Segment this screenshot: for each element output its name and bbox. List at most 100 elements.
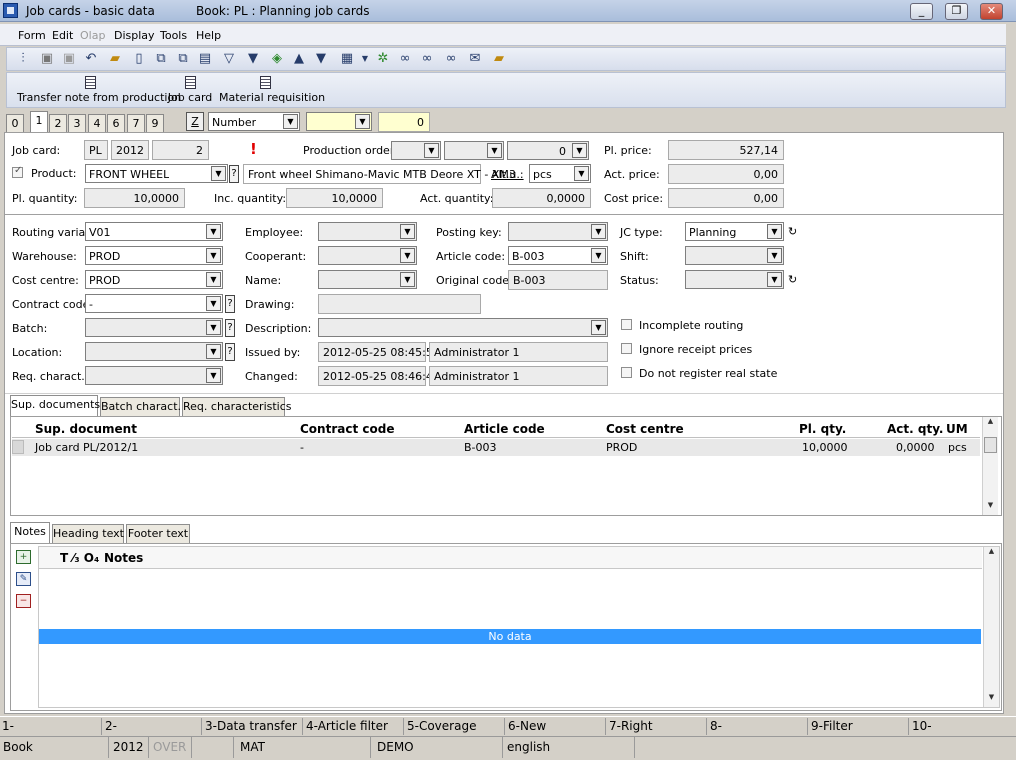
history-icon[interactable]: ↻ <box>788 273 797 286</box>
chevron-down-icon[interactable]: ▼ <box>767 272 782 287</box>
chevron-down-icon[interactable]: ▼ <box>400 224 415 239</box>
chevron-down-icon[interactable]: ▼ <box>767 248 782 263</box>
f1-key[interactable]: 1- <box>2 719 14 735</box>
location-select[interactable]: ▼ <box>85 342 223 361</box>
new-document-icon[interactable]: ▯ <box>131 51 147 67</box>
tab-heading-text[interactable]: Heading text <box>52 524 124 543</box>
product-select[interactable]: FRONT WHEEL ▼ <box>85 164 228 183</box>
book-icon[interactable]: ▤ <box>197 51 213 67</box>
chevron-down-icon[interactable]: ▼ <box>206 272 221 287</box>
column-header[interactable]: Act. qty. <box>887 422 943 436</box>
routing-variant-select[interactable]: V01 ▼ <box>85 222 223 241</box>
transfer-note-button[interactable]: Transfer note from production <box>17 75 181 107</box>
edit-note-icon[interactable]: ✎ <box>16 572 31 586</box>
copy-icon[interactable]: ⧉ <box>153 51 169 67</box>
production-order-number-select[interactable]: 0 ▼ <box>507 141 589 160</box>
column-header[interactable]: Contract code <box>300 422 394 436</box>
column-header[interactable]: UM <box>946 422 968 436</box>
ignore-receipt-prices-checkbox[interactable] <box>621 343 632 354</box>
chevron-down-icon[interactable]: ▼ <box>206 296 221 311</box>
save-icon[interactable]: ▣ <box>39 51 55 67</box>
paste-icon[interactable]: ⧉ <box>175 51 191 67</box>
z-button[interactable]: Z <box>186 112 204 131</box>
tree-view-icon[interactable]: ⫶ <box>15 51 31 67</box>
chevron-down-icon[interactable]: ▼ <box>574 166 589 181</box>
product-help-button[interactable]: ? <box>229 165 239 183</box>
chevron-down-icon[interactable]: ▼ <box>206 224 221 239</box>
chevron-down-icon[interactable]: ▼ <box>400 248 415 263</box>
name-select[interactable]: ▼ <box>318 270 417 289</box>
do-not-register-checkbox[interactable] <box>621 367 632 378</box>
job-card-number-field[interactable]: 2 <box>152 140 209 160</box>
tab-0[interactable]: 0 <box>6 114 24 133</box>
undo-icon[interactable]: ↶ <box>83 51 99 67</box>
production-order-book-select[interactable]: ▼ <box>391 141 441 160</box>
f7-right-key[interactable]: 7-Right <box>609 719 653 735</box>
add-note-icon[interactable]: + <box>16 550 31 564</box>
column-header[interactable]: Sup. document <box>35 422 137 436</box>
sup-grid-scrollbar[interactable]: ▲ ▼ <box>982 417 998 515</box>
tab-7[interactable]: 7 <box>127 114 145 133</box>
cooperant-select[interactable]: ▼ <box>318 246 417 265</box>
chevron-down-icon[interactable]: ▼ <box>355 114 370 129</box>
chevron-down-icon[interactable]: ▼ <box>283 114 298 129</box>
menu-olap[interactable]: Olap <box>80 29 105 42</box>
find-next-icon[interactable]: ∞ <box>419 51 435 67</box>
save-close-icon[interactable]: ▣ <box>61 51 77 67</box>
chevron-down-icon[interactable]: ▼ <box>767 224 782 239</box>
chevron-down-icon[interactable]: ▼ <box>591 224 606 239</box>
description-select[interactable]: ▼ <box>318 318 608 337</box>
f3-data-transfer-key[interactable]: 3-Data transfer <box>205 719 297 735</box>
menu-tools[interactable]: Tools <box>160 29 187 42</box>
chevron-down-icon[interactable]: ▼ <box>572 143 587 158</box>
product-name-field[interactable]: Front wheel Shimano-Mavic MTB Deore XT -… <box>243 164 516 184</box>
tab-1[interactable]: 1 <box>30 111 48 133</box>
chevron-down-icon[interactable]: ▼ <box>487 143 502 158</box>
menu-form[interactable]: Form <box>18 29 46 42</box>
notes-grid-scrollbar[interactable]: ▲ ▼ <box>983 547 999 707</box>
notes-type-columns[interactable]: T ⁄₃ O₄ <box>60 551 99 565</box>
refresh-icon[interactable]: ✲ <box>375 51 391 67</box>
incomplete-routing-checkbox[interactable] <box>621 319 632 330</box>
tab-2[interactable]: 2 <box>49 114 67 133</box>
chevron-down-icon[interactable]: ▼ <box>206 320 221 335</box>
contract-code-select[interactable]: - ▼ <box>85 294 223 313</box>
f5-coverage-key[interactable]: 5-Coverage <box>407 719 476 735</box>
f10-key[interactable]: 10- <box>912 719 932 735</box>
chevron-down-icon[interactable]: ▼ <box>211 166 226 181</box>
tab-9[interactable]: 9 <box>146 114 164 133</box>
arrow-down-icon[interactable]: ▼ <box>313 51 329 67</box>
scroll-thumb[interactable] <box>984 437 997 453</box>
job-card-book-field[interactable]: PL <box>84 140 108 160</box>
layers-icon[interactable]: ◈ <box>269 51 285 67</box>
tab-batch-charact[interactable]: Batch charact. <box>100 397 181 416</box>
f6-new-key[interactable]: 6-New <box>508 719 546 735</box>
count-field[interactable]: 0 <box>378 112 430 132</box>
filter-icon[interactable]: ▽ <box>221 51 237 67</box>
mail-icon[interactable]: ✉ <box>467 51 483 67</box>
tab-4[interactable]: 4 <box>88 114 106 133</box>
status-select[interactable]: ▼ <box>685 270 784 289</box>
print-dropdown-icon[interactable]: ▼ <box>357 51 373 67</box>
job-card-year-field[interactable]: 2012 <box>111 140 149 160</box>
batch-help-button[interactable]: ? <box>225 319 235 337</box>
column-header[interactable]: Article code <box>464 422 545 436</box>
drawing-field[interactable] <box>318 294 481 314</box>
export-icon[interactable]: ▰ <box>491 51 507 67</box>
shift-select[interactable]: ▼ <box>685 246 784 265</box>
history-icon[interactable]: ↻ <box>788 225 797 238</box>
find-replace-icon[interactable]: ∞ <box>443 51 459 67</box>
jc-type-select[interactable]: Planning ▼ <box>685 222 784 241</box>
restore-button[interactable]: ❐ <box>945 3 968 20</box>
search-combo[interactable]: ▼ <box>306 112 372 131</box>
close-button[interactable]: ✕ <box>980 3 1003 20</box>
tab-3[interactable]: 3 <box>68 114 86 133</box>
minimize-button[interactable]: _ <box>910 3 933 20</box>
f9-filter-key[interactable]: 9-Filter <box>811 719 853 735</box>
pl-quantity-field[interactable]: 10,0000 <box>84 188 185 208</box>
f8-key[interactable]: 8- <box>710 719 722 735</box>
alt-unit-select[interactable]: pcs ▼ <box>529 164 591 183</box>
chevron-down-icon[interactable]: ▼ <box>206 248 221 263</box>
column-header[interactable]: Notes <box>104 551 143 565</box>
job-card-button[interactable]: Job card <box>167 75 213 107</box>
